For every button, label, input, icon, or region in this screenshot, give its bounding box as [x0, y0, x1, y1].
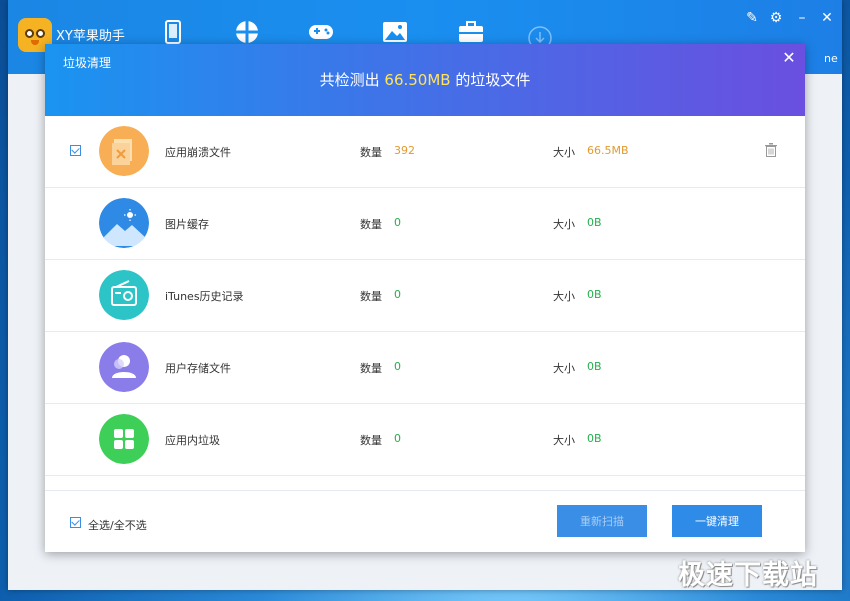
crash-file-icon [99, 126, 149, 176]
list-item: iTunes历史记录 数量 0 大小 0B [45, 260, 805, 332]
size-value: 0B [587, 288, 602, 301]
phone-icon[interactable] [160, 20, 186, 44]
count-label: 数量 [360, 434, 382, 447]
count-value: 0 [394, 288, 401, 301]
edit-icon[interactable]: ✎ [744, 10, 760, 26]
size-label: 大小 [553, 434, 575, 447]
apps-icon[interactable] [234, 20, 260, 44]
list-item: 图片缓存 数量 0 大小 0B [45, 188, 805, 260]
settings-icon[interactable]: ⚙ [768, 10, 784, 26]
size-label: 大小 [553, 362, 575, 375]
count-value: 0 [394, 216, 401, 229]
count-label: 数量 [360, 362, 382, 375]
itunes-history-icon [99, 270, 149, 320]
size-label: 大小 [553, 290, 575, 303]
count-label: 数量 [360, 146, 382, 159]
size-value: 0B [587, 360, 602, 373]
minimize-icon[interactable]: – [794, 10, 810, 26]
list-item: 应用崩溃文件 数量 392 大小 66.5MB [45, 116, 805, 188]
count-label: 数量 [360, 290, 382, 303]
size-label: 大小 [553, 218, 575, 231]
size-value: 66.5MB [587, 144, 629, 157]
count-value: 392 [394, 144, 415, 157]
size-label: 大小 [553, 146, 575, 159]
junk-category-list: 应用崩溃文件 数量 392 大小 66.5MB 图片缓存 数量 0 大小 0B … [45, 116, 805, 476]
summary-prefix: 共检测出 [319, 71, 380, 89]
scan-summary: 共检测出 66.50MB 的垃圾文件 [45, 69, 805, 90]
count-value: 0 [394, 360, 401, 373]
rescan-button[interactable]: 重新扫描 [557, 505, 647, 537]
dialog-close-icon[interactable]: ✕ [781, 48, 797, 67]
toolbox-icon[interactable] [458, 20, 484, 44]
trash-icon[interactable] [765, 143, 777, 157]
count-value: 0 [394, 432, 401, 445]
count-label: 数量 [360, 218, 382, 231]
games-icon[interactable] [308, 20, 334, 44]
user-storage-icon [99, 342, 149, 392]
row-checkbox[interactable] [70, 145, 81, 156]
row-name: iTunes历史记录 [165, 290, 244, 303]
wallpaper-icon[interactable] [382, 20, 408, 44]
close-icon[interactable]: ✕ [819, 10, 835, 26]
list-item: 应用内垃圾 数量 0 大小 0B [45, 404, 805, 476]
row-name: 应用崩溃文件 [165, 146, 231, 159]
row-name: 图片缓存 [165, 218, 209, 231]
row-name: 用户存储文件 [165, 362, 231, 375]
summary-size: 66.50MB [384, 71, 451, 89]
select-all-checkbox[interactable] [70, 517, 81, 528]
size-value: 0B [587, 432, 602, 445]
junk-clean-dialog: 垃圾清理 共检测出 66.50MB 的垃圾文件 ✕ 应用崩溃文件 数量 392 … [45, 44, 805, 552]
dialog-header: 垃圾清理 共检测出 66.50MB 的垃圾文件 ✕ [45, 44, 805, 116]
row-name: 应用内垃圾 [165, 434, 220, 447]
device-name[interactable]: ne [824, 52, 838, 65]
size-value: 0B [587, 216, 602, 229]
list-item: 用户存储文件 数量 0 大小 0B [45, 332, 805, 404]
image-cache-icon [99, 198, 149, 248]
dialog-footer: 全选/全不选 重新扫描 一键清理 [45, 490, 805, 553]
app-title: XY苹果助手 [56, 29, 125, 44]
summary-suffix: 的垃圾文件 [455, 71, 531, 89]
select-all-label[interactable]: 全选/全不选 [88, 517, 147, 533]
in-app-junk-icon [99, 414, 149, 464]
site-watermark: 极速下载站 [678, 560, 818, 591]
one-click-clean-button[interactable]: 一键清理 [672, 505, 762, 537]
